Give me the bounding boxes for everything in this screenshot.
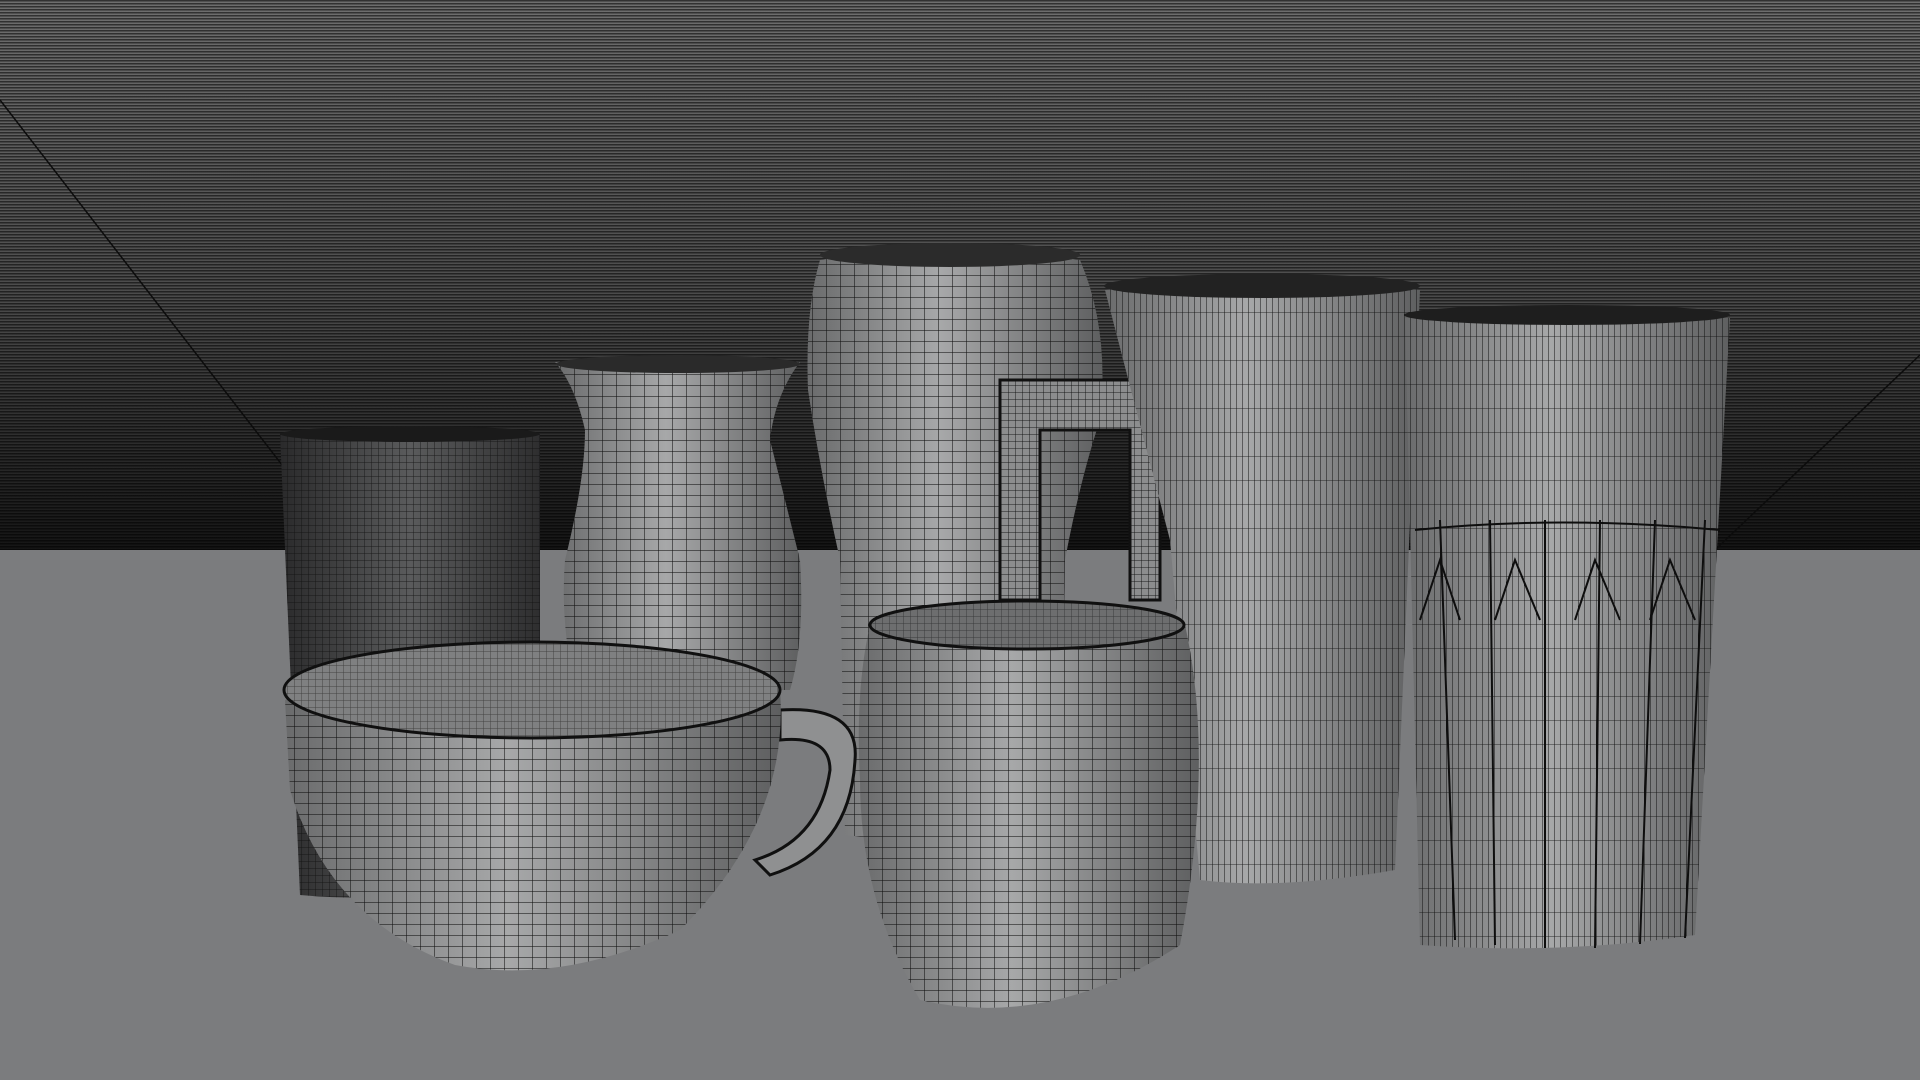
barrel-mug (858, 599, 1199, 1008)
faceted-tumbler (1404, 305, 1730, 949)
wireframe-render-viewport (0, 0, 1920, 1080)
flared-vase (555, 355, 802, 690)
